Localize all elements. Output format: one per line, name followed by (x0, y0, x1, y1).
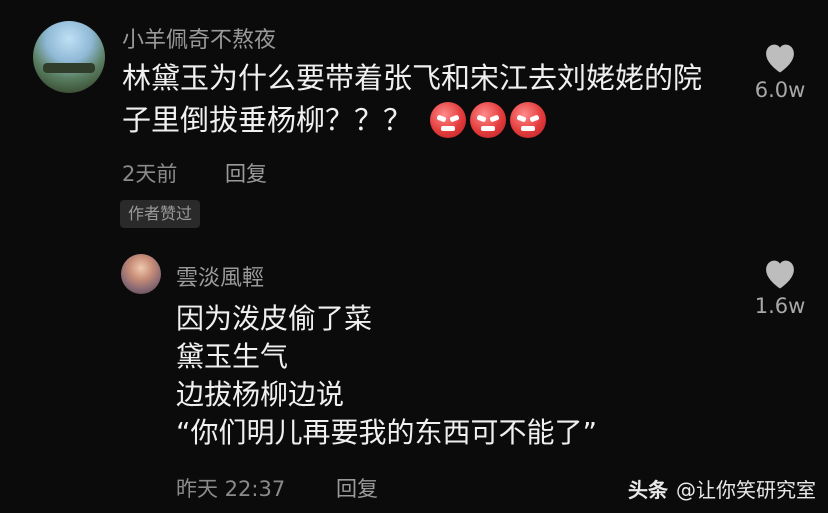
reply-comment-username[interactable]: 雲淡風輕 (176, 260, 264, 292)
main-comment-text-line2: 子里倒拔垂杨柳？？？ (122, 99, 547, 141)
main-comment-time: 2天前 (122, 162, 178, 186)
reply-comment-reply-button[interactable]: 回复 (336, 473, 378, 503)
angry-face-emoji-icon (470, 102, 507, 138)
reply-comment-line: 边拔杨柳边说 (176, 378, 345, 411)
angry-face-emoji-icon (510, 102, 547, 138)
watermark-brand: 头条 (628, 478, 668, 502)
main-comment-username[interactable]: 小羊佩奇不熬夜 (122, 22, 276, 54)
main-comment-like[interactable]: 6.0w (745, 40, 815, 102)
reply-comment-line: “你们明儿再要我的东西可不能了” (176, 416, 598, 449)
reply-comment-line: 黛玉生气 (176, 340, 289, 373)
main-comment-text-line2-label: 子里倒拔垂杨柳？？？ (122, 103, 413, 137)
watermark: 头条 @让你笑研究室 (628, 474, 816, 503)
main-comment-reply-button[interactable]: 回复 (225, 158, 267, 188)
heart-icon[interactable] (761, 256, 799, 290)
avatar[interactable] (33, 21, 105, 93)
reply-comment-time: 昨天 22:37 (176, 477, 286, 501)
heart-icon[interactable] (761, 40, 799, 74)
main-comment-like-count: 6.0w (754, 78, 806, 102)
reply-comment-like[interactable]: 1.6w (745, 256, 815, 318)
watermark-handle: @让你笑研究室 (676, 478, 816, 502)
reply-comment-like-count: 1.6w (754, 294, 806, 318)
author-liked-badge: 作者赞过 (120, 200, 201, 228)
main-comment-text-line1: 林黛玉为什么要带着张飞和宋江去刘姥姥的院 (122, 61, 703, 95)
angry-face-emoji-icon (430, 102, 467, 138)
reply-comment-line: 因为泼皮偷了菜 (176, 302, 373, 335)
reply-avatar[interactable] (121, 254, 161, 294)
